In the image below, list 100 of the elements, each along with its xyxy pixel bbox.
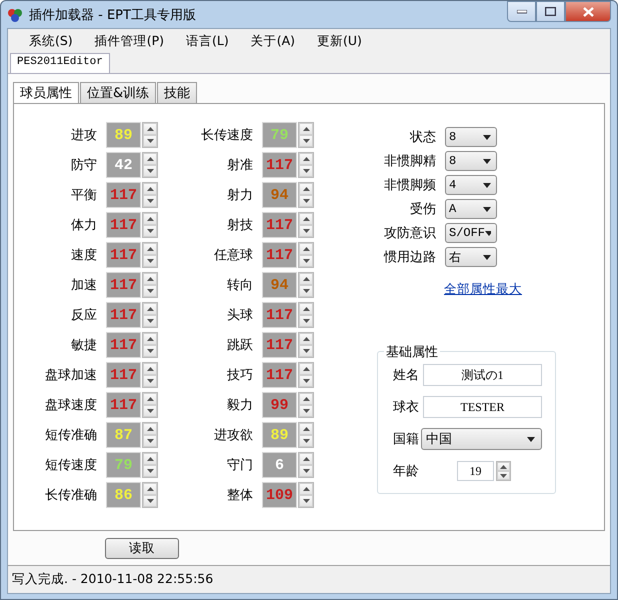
spin-buttons[interactable] — [142, 242, 158, 268]
spin-buttons[interactable] — [142, 152, 158, 178]
attribute-value: 89 — [114, 126, 132, 144]
option-dropdown[interactable]: 8 — [445, 127, 497, 147]
attribute-field[interactable]: 89 — [262, 422, 297, 448]
option-dropdown[interactable]: S/OFF — [445, 223, 497, 243]
attribute-field[interactable]: 117 — [262, 362, 297, 388]
spin-buttons[interactable] — [298, 362, 314, 388]
attribute-field[interactable]: 86 — [106, 482, 141, 508]
attribute-field[interactable]: 117 — [262, 212, 297, 238]
option-dropdown[interactable]: 右 — [445, 247, 497, 267]
spin-buttons[interactable] — [142, 122, 158, 148]
attribute-label: 体力 — [70, 217, 98, 234]
attribute-label: 技巧 — [226, 367, 254, 384]
spin-buttons[interactable] — [298, 392, 314, 418]
spin-buttons[interactable] — [298, 332, 314, 358]
spin-buttons[interactable] — [298, 452, 314, 478]
attribute-value: 79 — [114, 456, 132, 474]
menu-item[interactable]: 语言(L) — [175, 33, 240, 50]
age-label: 年龄 — [393, 463, 420, 480]
spin-buttons[interactable] — [298, 212, 314, 238]
maximize-button[interactable] — [536, 1, 565, 22]
nationality-dropdown[interactable]: 中国 — [421, 428, 542, 450]
menu-item[interactable]: 更新(U) — [306, 33, 373, 50]
spin-buttons[interactable] — [142, 212, 158, 238]
spin-buttons[interactable] — [142, 422, 158, 448]
spin-buttons[interactable] — [298, 122, 314, 148]
attribute-field[interactable]: 117 — [262, 242, 297, 268]
attribute-value: 117 — [266, 336, 293, 354]
attribute-value: 117 — [110, 396, 137, 414]
dropdown-arrow-icon — [483, 134, 491, 140]
attribute-field[interactable]: 117 — [106, 212, 141, 238]
attribute-field[interactable]: 117 — [262, 302, 297, 328]
attribute-field[interactable]: 94 — [262, 182, 297, 208]
name-field[interactable]: 测试の1 — [423, 364, 542, 386]
attribute-field[interactable]: 79 — [262, 122, 297, 148]
shirt-field[interactable]: TESTER — [423, 396, 542, 418]
attribute-value: 89 — [270, 426, 288, 444]
attribute-field[interactable]: 6 — [262, 452, 297, 478]
window-title: 插件加载器 - EPT工具专用版 — [29, 6, 197, 24]
spin-buttons[interactable] — [142, 362, 158, 388]
menu-item[interactable]: 插件管理(P) — [84, 33, 175, 50]
attribute-field[interactable]: 117 — [106, 182, 141, 208]
spin-buttons[interactable] — [298, 482, 314, 508]
attribute-label: 头球 — [226, 307, 254, 324]
spin-buttons[interactable] — [298, 242, 314, 268]
attribute-value: 94 — [270, 276, 288, 294]
attribute-field[interactable]: 117 — [106, 332, 141, 358]
attribute-field[interactable]: 99 — [262, 392, 297, 418]
attribute-field[interactable]: 87 — [106, 422, 141, 448]
attribute-field[interactable]: 117 — [262, 332, 297, 358]
attribute-label: 反应 — [70, 307, 98, 324]
option-dropdown[interactable]: 8 — [445, 151, 497, 171]
attribute-field[interactable]: 42 — [106, 152, 141, 178]
attribute-field[interactable]: 109 — [262, 482, 297, 508]
attribute-label: 防守 — [70, 157, 98, 174]
attribute-label: 进攻 — [70, 127, 98, 144]
attribute-field[interactable]: 117 — [106, 272, 141, 298]
spin-buttons[interactable] — [298, 182, 314, 208]
spin-buttons[interactable] — [298, 422, 314, 448]
spin-buttons[interactable] — [142, 302, 158, 328]
tab[interactable]: 位置&训练 — [80, 82, 156, 103]
spin-buttons[interactable] — [298, 302, 314, 328]
spin-buttons[interactable] — [142, 272, 158, 298]
attribute-field[interactable]: 94 — [262, 272, 297, 298]
attribute-value: 117 — [266, 306, 293, 324]
spin-buttons[interactable] — [298, 152, 314, 178]
read-button[interactable]: 读取 — [105, 538, 179, 558]
minimize-button[interactable] — [507, 1, 536, 22]
attribute-label: 任意球 — [213, 247, 254, 264]
attribute-field[interactable]: 117 — [106, 392, 141, 418]
menu-item[interactable]: 关于(A) — [240, 33, 306, 50]
tab[interactable]: 技能 — [157, 82, 198, 103]
attribute-field[interactable]: 117 — [106, 242, 141, 268]
attribute-field[interactable]: 117 — [106, 302, 141, 328]
spin-buttons[interactable] — [142, 392, 158, 418]
group-title: 基础属性 — [384, 343, 440, 361]
max-all-link[interactable]: 全部属性最大 — [444, 281, 522, 298]
spin-buttons[interactable] — [142, 452, 158, 478]
attribute-label: 盘球加速 — [44, 367, 98, 384]
attribute-field[interactable]: 117 — [106, 362, 141, 388]
attribute-field[interactable]: 79 — [106, 452, 141, 478]
menu-item[interactable]: 系统(S) — [18, 33, 84, 50]
tab[interactable]: PES2011Editor — [10, 53, 110, 73]
age-field[interactable]: 19 — [457, 461, 494, 481]
tab[interactable]: 球员属性 — [13, 82, 79, 103]
spin-buttons[interactable] — [142, 332, 158, 358]
spin-buttons[interactable] — [298, 272, 314, 298]
attribute-label: 跳跃 — [226, 337, 254, 354]
attribute-field[interactable]: 117 — [262, 152, 297, 178]
dropdown-arrow-icon — [485, 230, 491, 236]
spin-buttons[interactable] — [142, 482, 158, 508]
attribute-field[interactable]: 89 — [106, 122, 141, 148]
option-dropdown[interactable]: 4 — [445, 175, 497, 195]
attribute-label: 平衡 — [70, 187, 98, 204]
spin-buttons[interactable] — [496, 461, 511, 481]
spin-buttons[interactable] — [142, 182, 158, 208]
option-dropdown[interactable]: A — [445, 199, 497, 219]
close-button[interactable] — [565, 1, 611, 22]
attribute-value: 117 — [110, 306, 137, 324]
